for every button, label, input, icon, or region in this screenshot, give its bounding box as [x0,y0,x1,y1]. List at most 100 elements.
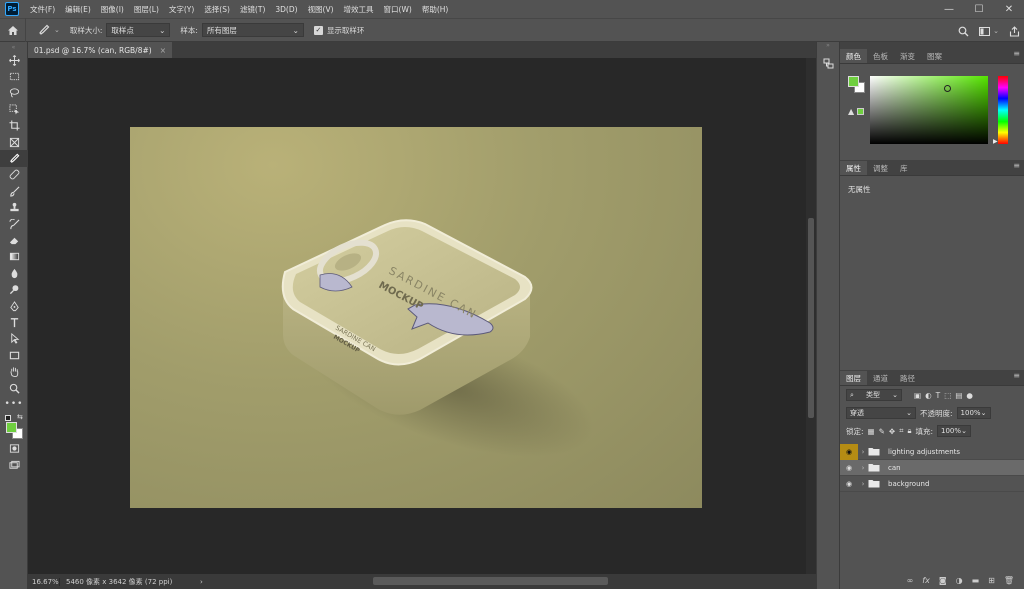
marquee-tool[interactable] [0,68,28,84]
visibility-eye-icon[interactable]: ◉ [840,476,858,492]
minimize-button[interactable]: — [934,0,964,18]
opacity-input[interactable]: 100% ⌄ [956,407,991,419]
filter-type-icon[interactable]: T [936,391,941,400]
show-ring-checkbox[interactable]: ✓ [313,25,323,35]
path-selection-tool[interactable] [0,331,28,347]
filter-toggle-icon[interactable]: ● [966,391,973,400]
home-button[interactable] [0,18,26,42]
tab-adjustments[interactable]: 调整 [867,161,894,175]
zoom-tool[interactable] [0,380,28,396]
shape-tool[interactable] [0,347,28,363]
eraser-tool[interactable] [0,232,28,248]
menu-help[interactable]: 帮助(H) [417,4,454,15]
link-icon[interactable]: ∞ [907,576,914,585]
type-tool[interactable] [0,314,28,330]
menu-edit[interactable]: 编辑(E) [60,4,96,15]
sample-select[interactable]: 所有图层 ⌄ [201,23,304,37]
menu-layer[interactable]: 图层(L) [129,4,164,15]
panel-menu-icon[interactable]: ≡ [1013,371,1020,385]
chevron-right-icon[interactable]: › [858,448,868,456]
document-canvas[interactable]: SARDINE CAN MOCKUP SARDINE CAN MOCKUP [130,127,702,508]
tab-properties[interactable]: 属性 [840,161,867,175]
swap-colors-icon[interactable]: ⇆ [17,413,23,421]
gamut-swatch[interactable] [857,108,864,115]
search-icon[interactable] [958,26,969,37]
menu-image[interactable]: 图像(I) [96,4,129,15]
quick-mask-button[interactable] [0,441,28,457]
menu-select[interactable]: 选择(S) [199,4,235,15]
mask-icon[interactable]: ◙ [939,576,947,585]
gradient-tool[interactable] [0,249,28,265]
tab-swatches[interactable]: 色板 [867,49,894,63]
layer-row[interactable]: ◉ › background [840,476,1024,492]
tab-patterns[interactable]: 图案 [921,49,948,63]
workspace-switcher[interactable]: ⌄ [979,26,999,36]
move-tool[interactable] [0,52,28,68]
group-icon[interactable]: ▬ [972,576,980,585]
default-colors-icon[interactable] [5,414,11,421]
layer-row[interactable]: ◉ › can [840,460,1024,476]
filter-smart-object-icon[interactable]: ▤ [955,391,962,400]
color-picker-cursor[interactable] [944,85,951,92]
lock-transparent-icon[interactable]: ▦ [868,427,875,436]
layer-row[interactable]: ◉ › lighting adjustments [840,443,1024,460]
tab-paths[interactable]: 路径 [894,371,921,385]
lock-artboard-icon[interactable]: ⌗ [899,426,903,436]
menu-file[interactable]: 文件(F) [25,4,60,15]
hue-slider[interactable] [998,76,1008,144]
pen-tool[interactable] [0,298,28,314]
menu-3d[interactable]: 3D(D) [270,5,302,14]
close-button[interactable]: ✕ [994,0,1024,18]
hand-tool[interactable] [0,363,28,379]
tab-color[interactable]: 颜色 [840,49,867,63]
chevron-right-icon[interactable]: › [858,464,868,472]
hue-slider-marker-icon[interactable]: ▶ [993,138,998,145]
menu-filter[interactable]: 滤镜(T) [235,4,270,15]
trash-icon[interactable]: 🗑︎ [1004,576,1014,585]
filter-pixel-icon[interactable]: ▣ [914,391,921,400]
filter-shape-icon[interactable]: ⬚ [944,391,951,400]
menu-window[interactable]: 窗口(W) [379,4,417,15]
collapse-toolbar-icon[interactable]: « [0,42,27,52]
horizontal-scroll-thumb[interactable] [373,577,608,585]
lock-all-icon[interactable]: 🔒︎ [907,426,911,436]
gamut-warning-icon[interactable]: ▲ [848,107,854,116]
panel-menu-icon[interactable]: ≡ [1013,49,1020,63]
edit-toolbar-button[interactable]: ••• [0,396,28,412]
panel-menu-icon[interactable]: ≡ [1013,161,1020,175]
vertical-scrollbar[interactable] [806,58,816,574]
fx-icon[interactable]: fx [922,576,930,585]
eyedropper-preset-picker[interactable]: ⌄ [38,24,60,36]
zoom-level[interactable]: 16.67% [28,577,60,586]
stamp-tool[interactable] [0,200,28,216]
lasso-tool[interactable] [0,85,28,101]
blend-mode-select[interactable]: 穿透 ⌄ [846,407,916,419]
frame-tool[interactable] [0,134,28,150]
visibility-eye-icon[interactable]: ◉ [840,460,858,476]
dodge-tool[interactable] [0,281,28,297]
healing-brush-tool[interactable] [0,167,28,183]
visibility-eye-icon[interactable]: ◉ [840,443,858,460]
collapse-panels-icon[interactable]: » [817,42,839,52]
history-panel-button[interactable] [817,52,839,74]
adjustment-icon[interactable]: ◑ [956,576,963,585]
close-tab-icon[interactable]: × [160,46,166,55]
tab-gradients[interactable]: 渐变 [894,49,921,63]
canvas-area[interactable]: SARDINE CAN MOCKUP SARDINE CAN MOCKUP [28,58,806,574]
foreground-color-swatch[interactable] [6,421,17,433]
chevron-right-icon[interactable]: › [858,480,868,488]
menu-type[interactable]: 文字(Y) [164,4,199,15]
eyedropper-tool[interactable] [0,150,28,167]
fill-input[interactable]: 100% ⌄ [936,425,971,437]
lock-paint-icon[interactable]: ✎ [879,427,885,436]
share-icon[interactable] [1009,25,1020,37]
maximize-button[interactable]: ☐ [964,0,994,18]
tab-libraries[interactable]: 库 [894,161,914,175]
saturation-brightness-field[interactable] [870,76,988,144]
tab-layers[interactable]: 图层 [840,371,867,385]
blur-tool[interactable] [0,265,28,281]
filter-adjustment-icon[interactable]: ◐ [925,391,932,400]
foreground-color-swatch[interactable] [848,76,859,87]
document-tab[interactable]: 01.psd @ 16.7% (can, RGB/8#) × [28,42,172,58]
screen-mode-button[interactable] [0,457,28,473]
